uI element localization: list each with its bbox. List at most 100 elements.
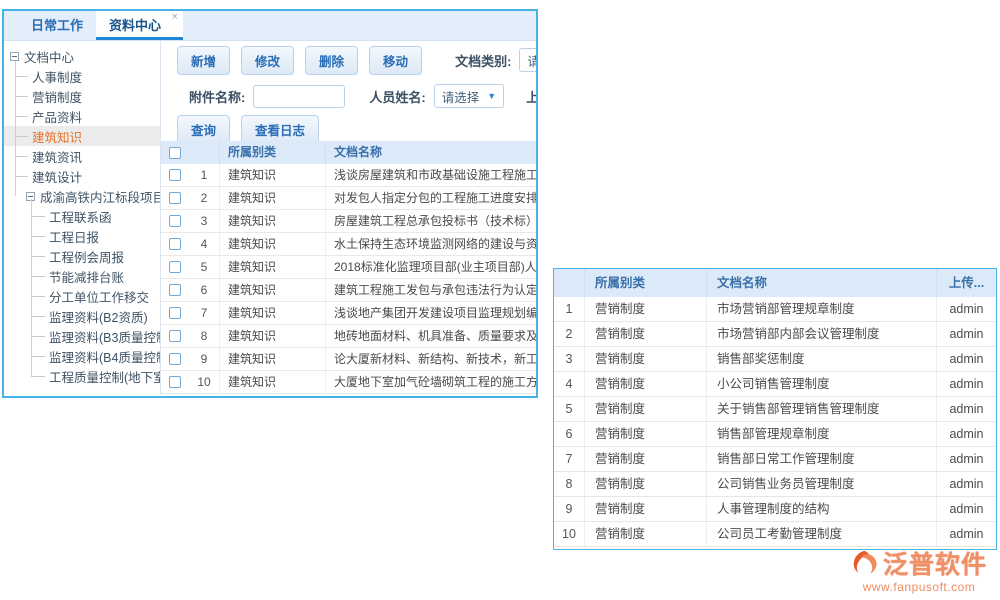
tab-data-center[interactable]: 资料中心 × <box>96 11 183 40</box>
doc-category-value: 请选择 <box>527 51 536 70</box>
marketing-documents-window: 所属别类 文档名称 上传... 1 营销制度 市场营销部管理规章制度 admin… <box>553 268 997 550</box>
brand-icon <box>851 549 881 577</box>
table-row[interactable]: 1 营销制度 市场营销部管理规章制度 admin <box>554 297 996 322</box>
tree-tick <box>31 336 45 337</box>
row-checkbox[interactable] <box>169 330 181 342</box>
tree-node-construction-knowledge[interactable]: 建筑知识 <box>4 126 160 146</box>
name-column-header: 文档名称 <box>325 141 536 164</box>
row-checkbox[interactable] <box>169 284 181 296</box>
tree-tick <box>15 96 28 97</box>
tree-connector-line <box>15 61 16 196</box>
chevron-down-icon: ▼ <box>487 91 496 101</box>
person-name-label: 人员姓名: <box>369 87 425 106</box>
row-checkbox[interactable] <box>169 261 181 273</box>
tree-node-label: 工程例会周报 <box>49 247 124 266</box>
move-button[interactable]: 移动 <box>369 46 422 75</box>
row-checkbox[interactable] <box>169 307 181 319</box>
add-button[interactable]: 新增 <box>177 46 230 75</box>
tree-node-quality-basement[interactable]: 工程质量控制(地下室) <box>4 366 160 386</box>
tree-node-label: 工程日报 <box>49 227 99 246</box>
table-row[interactable]: 8 营销制度 公司销售业务员管理制度 admin <box>554 472 996 497</box>
select-all-checkbox[interactable] <box>169 147 181 159</box>
tree-tick <box>15 136 28 137</box>
tree-node-label: 监理资料(B2资质) <box>49 307 148 326</box>
table-header-row: 所属别类 文档名称 <box>161 141 536 164</box>
table-row[interactable]: 7 建筑知识 浅谈地产集团开发建设项目监理规划编... <box>161 302 536 325</box>
table-row[interactable]: 5 营销制度 关于销售部管理销售管理制度 admin <box>554 397 996 422</box>
collapse-icon[interactable] <box>10 52 19 61</box>
delete-button[interactable]: 删除 <box>305 46 358 75</box>
tree-node-label: 监理资料(B4质量控制) <box>49 347 161 366</box>
table-row[interactable]: 6 营销制度 销售部管理规章制度 admin <box>554 422 996 447</box>
table-row[interactable]: 4 营销制度 小公司销售管理制度 admin <box>554 372 996 397</box>
tree-tick <box>31 276 45 277</box>
view-log-button[interactable]: 查看日志 <box>241 115 319 144</box>
tree-node-chengyu-project[interactable]: 成渝高铁内江标段项目 <box>4 186 160 206</box>
table-row[interactable]: 2 建筑知识 对发包人指定分包的工程施工进度安排... <box>161 187 536 210</box>
tree-node-daily-report[interactable]: 工程日报 <box>4 226 160 246</box>
query-button[interactable]: 查询 <box>177 115 230 144</box>
table-row[interactable]: 8 建筑知识 地砖地面材料、机具准备、质量要求及... <box>161 325 536 348</box>
table-row[interactable]: 3 营销制度 销售部奖惩制度 admin <box>554 347 996 372</box>
tree-node-product-data[interactable]: 产品资料 <box>4 106 160 126</box>
table-row[interactable]: 3 建筑知识 房屋建筑工程总承包投标书（技术标）... <box>161 210 536 233</box>
table-row[interactable]: 10 营销制度 公司员工考勤管理制度 admin <box>554 522 996 547</box>
tree-node-weekly-meeting[interactable]: 工程例会周报 <box>4 246 160 266</box>
table-row[interactable]: 7 营销制度 销售部日常工作管理制度 admin <box>554 447 996 472</box>
row-checkbox[interactable] <box>169 353 181 365</box>
tree-connector-line <box>31 199 32 376</box>
table-row[interactable]: 4 建筑知识 水土保持生态环境监测网络的建设与资... <box>161 233 536 256</box>
close-icon[interactable]: × <box>172 12 178 23</box>
tree-node-label: 建筑知识 <box>32 127 82 146</box>
tree-node-construction-news[interactable]: 建筑资讯 <box>4 146 160 166</box>
edit-button[interactable]: 修改 <box>241 46 294 75</box>
upload-date-label: 上传日期 <box>526 87 536 106</box>
table-row[interactable]: 10 建筑知识 大厦地下室加气砼墙砌筑工程的施工方... <box>161 371 536 394</box>
table-row[interactable]: 9 建筑知识 论大厦新材料、新结构、新技术，新工... <box>161 348 536 371</box>
tree-node-label: 建筑资讯 <box>32 147 82 166</box>
tree-node-supervision-b2[interactable]: 监理资料(B2资质) <box>4 306 160 326</box>
row-checkbox[interactable] <box>169 192 181 204</box>
tab-daily-work[interactable]: 日常工作 <box>18 11 96 40</box>
table-row[interactable]: 6 建筑知识 建筑工程施工发包与承包违法行为认定... <box>161 279 536 302</box>
tab-bar: 日常工作 资料中心 × <box>4 11 536 41</box>
tree-node-project-letter[interactable]: 工程联系函 <box>4 206 160 226</box>
seq-column-header <box>554 269 584 297</box>
document-center-window: 日常工作 资料中心 × 文档中心 人事制度 营销制度 产品资料 <box>2 9 538 398</box>
tree-node-supervision-b3[interactable]: 监理资料(B3质量控制) <box>4 326 160 346</box>
tree-node-construction-design[interactable]: 建筑设计 <box>4 166 160 186</box>
tree-tick <box>15 76 28 77</box>
tree-node-marketing-policy[interactable]: 营销制度 <box>4 86 160 106</box>
tree-node-hr-policy[interactable]: 人事制度 <box>4 66 160 86</box>
row-checkbox[interactable] <box>169 376 181 388</box>
tree-tick <box>31 236 45 237</box>
tree-tick <box>31 256 45 257</box>
table-row[interactable]: 5 建筑知识 2018标准化监理项目部(业主项目部)人员... <box>161 256 536 279</box>
tab-data-center-label: 资料中心 <box>109 18 161 33</box>
tree-node-label: 监理资料(B3质量控制) <box>49 327 161 346</box>
tree-tick <box>31 216 45 217</box>
doc-category-select[interactable]: 请选择 ▼ <box>519 48 536 72</box>
brand-url: www.fanpusoft.com <box>863 580 976 594</box>
tree-node-energy-saving[interactable]: 节能减排台账 <box>4 266 160 286</box>
tree-tick <box>31 356 45 357</box>
row-checkbox[interactable] <box>169 215 181 227</box>
tree-node-work-transfer[interactable]: 分工单位工作移交 <box>4 286 160 306</box>
tree-node-supervision-b4[interactable]: 监理资料(B4质量控制) <box>4 346 160 366</box>
tree-node-label: 营销制度 <box>32 87 82 106</box>
table-row[interactable]: 9 营销制度 人事管理制度的结构 admin <box>554 497 996 522</box>
attachment-name-input[interactable] <box>253 85 345 108</box>
tree-tick <box>15 156 28 157</box>
doc-category-label: 文档类别: <box>455 51 511 70</box>
person-name-select[interactable]: 请选择 ▼ <box>434 84 504 108</box>
row-checkbox[interactable] <box>169 169 181 181</box>
tree-node-document-center[interactable]: 文档中心 <box>4 46 160 66</box>
tree-node-label: 建筑设计 <box>32 167 82 186</box>
tree-node-label: 工程质量控制(地下室) <box>49 367 161 386</box>
table-row[interactable]: 2 营销制度 市场营销部内部会议管理制度 admin <box>554 322 996 347</box>
tree-tick <box>31 296 45 297</box>
table-row[interactable]: 1 建筑知识 浅谈房屋建筑和市政基础设施工程施工... <box>161 164 536 187</box>
row-checkbox[interactable] <box>169 238 181 250</box>
tree-tick <box>31 316 45 317</box>
tree-node-label: 成渝高铁内江标段项目 <box>40 187 161 206</box>
